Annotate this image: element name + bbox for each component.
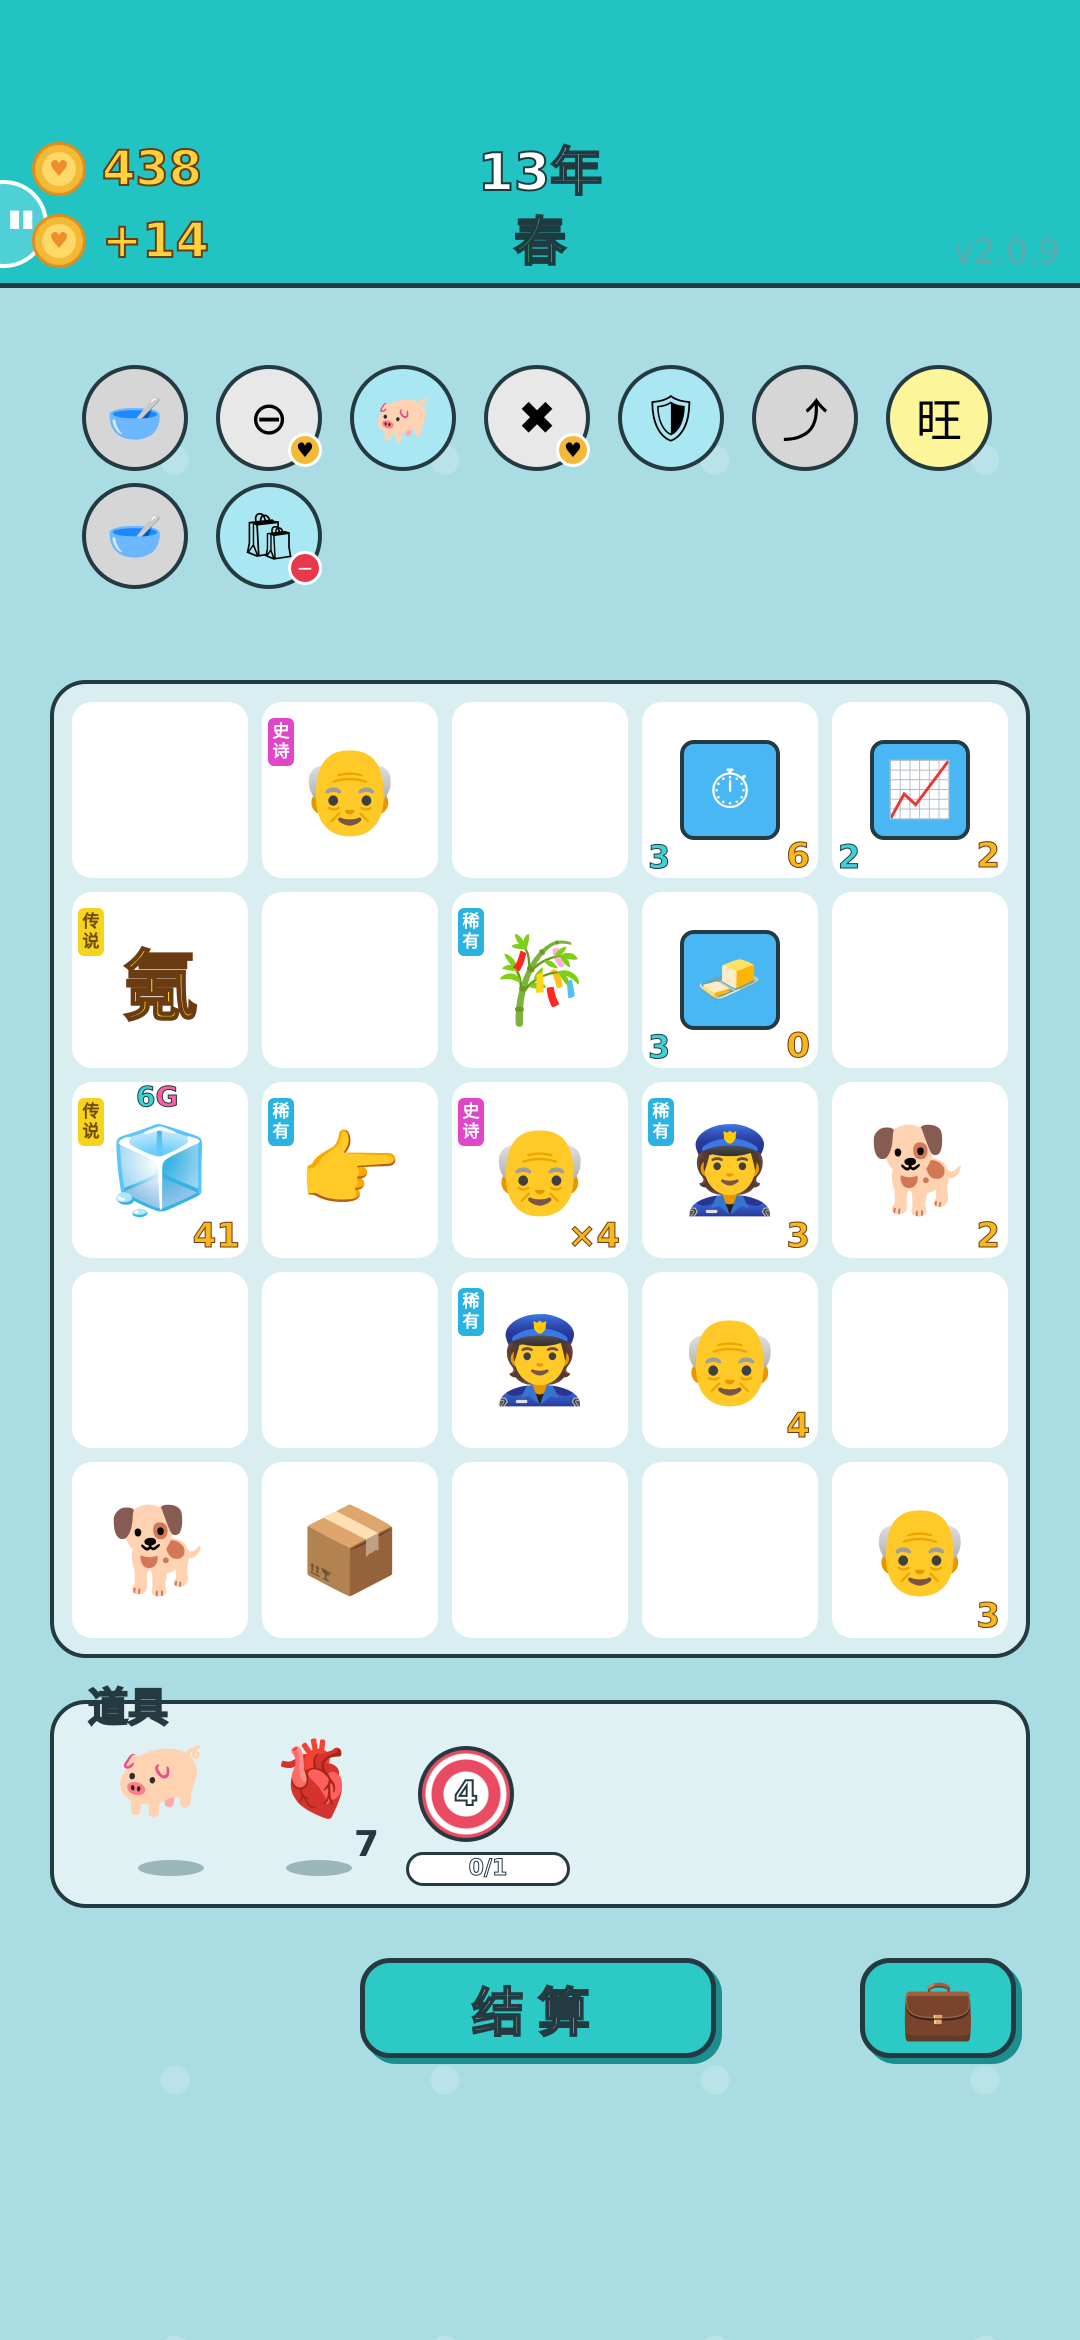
symbol-icon: 🐕: [107, 1500, 213, 1599]
symbol-value: 41: [192, 1216, 240, 1257]
rarity-tag: 史诗: [266, 716, 296, 768]
symbol-icon: 🧊: [107, 1120, 213, 1219]
briefcase-button[interactable]: 💼: [860, 1958, 1016, 2058]
symbol-value: 2: [976, 836, 1001, 877]
dart-progress: 0/1: [406, 1852, 570, 1886]
rarity-tag: 传说: [76, 1096, 106, 1148]
board-cell[interactable]: 氪传说: [72, 892, 248, 1068]
symbol-icon: 📈: [870, 740, 970, 840]
symbol-counter-left: 3: [647, 838, 671, 877]
dart-prop-icon[interactable]: 4: [418, 1746, 514, 1842]
slot-board: 👴 史诗 ⏱ 3 6 📈 2 2 氪传说 🎋 稀有 🧈 3 0 🧊 传说 6G 41 👉 稀有 👴 史诗 ×4 👮 稀有 3 🐕 2 👮…: [50, 680, 1030, 1658]
board-cell[interactable]: 👮 稀有: [452, 1272, 628, 1448]
symbol-icon: 👮: [677, 1120, 783, 1219]
symbol-icon: 🎋: [487, 930, 593, 1029]
rarity-tag: 稀有: [456, 1286, 486, 1338]
piggy-bank-prop-icon[interactable]: 🐖: [114, 1736, 206, 1823]
symbol-icon: 👴: [677, 1310, 783, 1409]
symbol-icon: ⏱: [680, 740, 780, 840]
rarity-tag: 稀有: [646, 1096, 676, 1148]
settle-button[interactable]: 结算: [360, 1958, 716, 2058]
symbol-icon: 👴: [297, 740, 403, 839]
board-cell[interactable]: [452, 1462, 628, 1638]
board-cell[interactable]: [72, 1272, 248, 1448]
rarity-tag: 稀有: [266, 1096, 296, 1148]
symbol-icon: 👮: [487, 1310, 593, 1409]
heart-badge-icon: ♥: [556, 433, 590, 467]
prop-shadow-2: [286, 1860, 352, 1876]
symbol-icon: 📦: [297, 1500, 403, 1599]
symbol-value: 3: [786, 1216, 811, 1257]
props-panel: 🐖 🫀 7 4 0/1: [50, 1700, 1030, 1908]
rarity-tag: 传说: [76, 906, 106, 958]
board-cell[interactable]: ⏱ 3 6: [642, 702, 818, 878]
wang-character-icon[interactable]: 旺: [886, 365, 992, 471]
symbol-value: 0: [786, 1026, 811, 1067]
symbol-glyph: 氪: [121, 941, 199, 1032]
remove-badge-icon: −: [288, 551, 322, 585]
pet-food-bowl-icon-2[interactable]: 🥣: [82, 483, 188, 589]
pet-food-bowl-icon[interactable]: 🥣: [82, 365, 188, 471]
symbol-counter-left: 2: [837, 838, 861, 877]
symbol-icon: 👉: [297, 1120, 403, 1219]
board-cell[interactable]: [642, 1462, 818, 1638]
board-cell[interactable]: 🧈 3 0: [642, 892, 818, 1068]
liver-prop-count: 7: [354, 1824, 380, 1865]
board-cell[interactable]: 👴 3: [832, 1462, 1008, 1638]
board-cell[interactable]: [452, 702, 628, 878]
board-cell[interactable]: [262, 1272, 438, 1448]
board-cell[interactable]: 👴 史诗: [262, 702, 438, 878]
board-cell[interactable]: 🐕: [72, 1462, 248, 1638]
board-cell[interactable]: 🧊 传说 6G 41: [72, 1080, 248, 1258]
board-cell[interactable]: 👉 稀有: [262, 1082, 438, 1258]
symbol-value: 4: [786, 1406, 811, 1447]
briefcase-icon: 💼: [900, 1973, 976, 2044]
board-cell[interactable]: 🎋 稀有: [452, 892, 628, 1068]
board-cell[interactable]: 📈 2 2: [832, 702, 1008, 878]
trash-bag-icon[interactable]: 🛍 −: [216, 483, 322, 589]
symbol-value: 2: [976, 1216, 1001, 1257]
board-cell[interactable]: 🐕 2: [832, 1082, 1008, 1258]
symbol-value: 3: [976, 1596, 1001, 1637]
season-label: 春: [513, 212, 567, 274]
board-cell[interactable]: [832, 892, 1008, 1068]
heart-badge-icon: ♥: [288, 433, 322, 467]
board-cell[interactable]: 👴 史诗 ×4: [452, 1082, 628, 1258]
rarity-tag: 史诗: [456, 1096, 486, 1148]
symbol-icon: 👴: [487, 1120, 593, 1219]
liver-prop-icon[interactable]: 🫀: [270, 1736, 362, 1823]
symbol-counter-left: 3: [647, 1028, 671, 1067]
symbol-icon: 🐕: [867, 1120, 973, 1219]
symbol-icon: 👴: [867, 1500, 973, 1599]
prop-shadow: [138, 1860, 204, 1876]
symbol-storage-label: 6G: [135, 1080, 179, 1114]
board-cell[interactable]: [832, 1272, 1008, 1448]
shield-wrench-icon[interactable]: 🛡: [618, 365, 724, 471]
delete-tag-icon[interactable]: ✖ ♥: [484, 365, 590, 471]
symbol-icon: 🧈: [680, 930, 780, 1030]
props-title: 道具: [87, 1684, 169, 1732]
arrow-up-card-icon[interactable]: ⤴: [752, 365, 858, 471]
board-cell[interactable]: [72, 702, 248, 878]
board-cell[interactable]: [262, 892, 438, 1068]
no-entry-icon[interactable]: ⊖ ♥: [216, 365, 322, 471]
version-label: v2.0.9: [953, 232, 1060, 272]
board-cell[interactable]: 👴 4: [642, 1272, 818, 1448]
symbol-value: 6: [786, 836, 811, 877]
year-label: 13年: [477, 142, 603, 204]
board-cell[interactable]: 👮 稀有 3: [642, 1082, 818, 1258]
symbol-value: ×4: [567, 1216, 620, 1257]
rarity-tag: 稀有: [456, 906, 486, 958]
top-bar: ♥ 438 ♥ +14 13年 春 v2.0.9: [0, 0, 1080, 288]
dart-prop-value: 4: [453, 1773, 479, 1815]
piggy-bank-icon[interactable]: 🐖: [350, 365, 456, 471]
board-cell[interactable]: 📦: [262, 1462, 438, 1638]
